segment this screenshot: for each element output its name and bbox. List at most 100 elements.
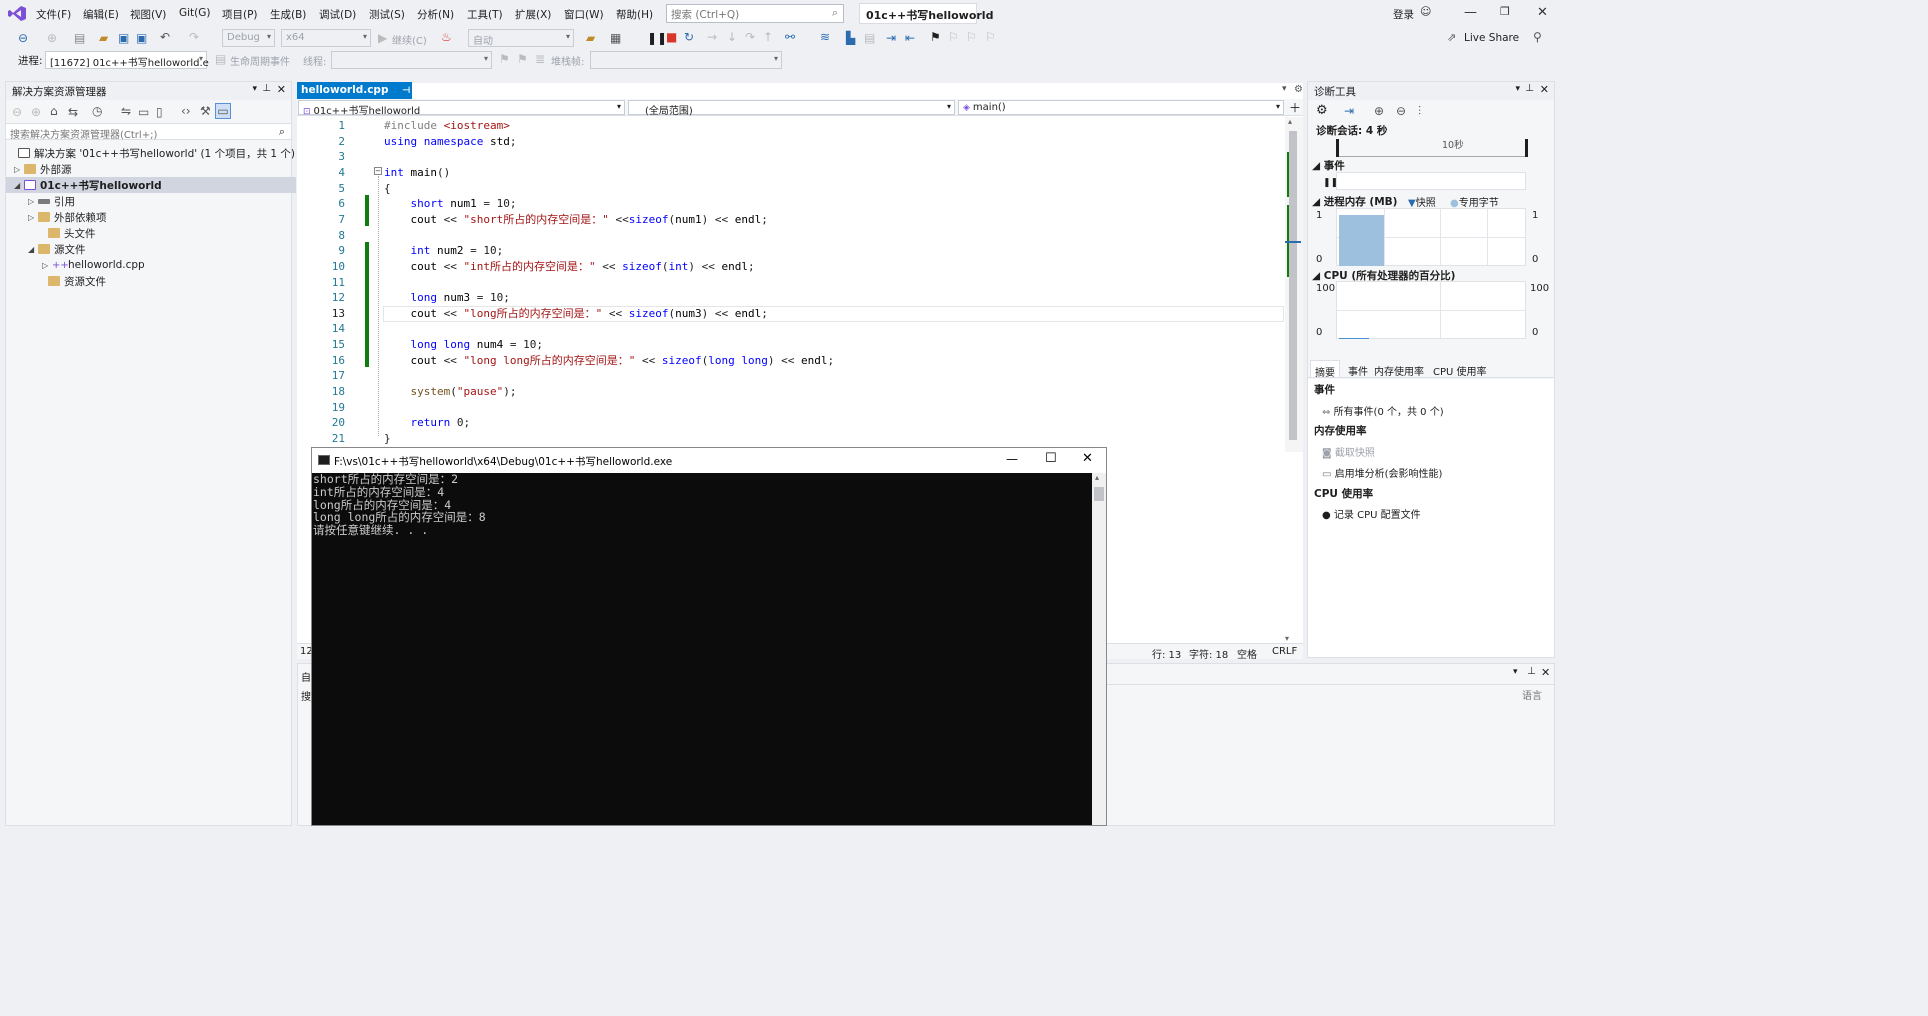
close-icon[interactable]: ✕ xyxy=(1082,451,1093,466)
step-out-icon[interactable]: ↷ xyxy=(745,30,755,44)
breakpoint-icon[interactable]: ▙ xyxy=(846,31,855,45)
restore-icon[interactable]: ❐ xyxy=(1500,5,1510,18)
close-icon[interactable]: ✕ xyxy=(277,83,286,96)
tab-events[interactable]: 事件 xyxy=(1348,363,1368,378)
preview-icon[interactable]: ▭ xyxy=(215,103,231,119)
timeline-ruler[interactable]: 10秒 xyxy=(1336,137,1528,157)
back-icon[interactable]: ⊖ xyxy=(12,105,22,119)
code-line[interactable]: int main() xyxy=(384,165,450,181)
expand-icon[interactable]: ▷ xyxy=(14,165,24,174)
expand-icon[interactable]: ▷ xyxy=(28,197,38,206)
console-titlebar[interactable]: F:\vs\01c++书写helloworld\x64\Debug\01c++书… xyxy=(312,448,1106,473)
new-project-icon[interactable]: ▤ xyxy=(74,31,85,45)
hot-reload-icon[interactable]: ♨ xyxy=(441,30,452,44)
continue-icon[interactable]: ▶ xyxy=(378,31,387,45)
tab-overflow-icon[interactable]: ▾ xyxy=(1282,84,1287,94)
live-share-icon[interactable]: ⇗ xyxy=(1447,31,1456,45)
switch-views-icon[interactable]: ⇆ xyxy=(68,105,78,119)
menu-edit[interactable]: 编辑(E) xyxy=(83,7,119,22)
back-icon[interactable]: ⊖ xyxy=(18,31,28,45)
next-bookmark-icon[interactable]: ⚐ xyxy=(966,30,977,44)
code-line[interactable]: short num1 = 10; xyxy=(384,196,517,212)
nav-scope-dropdown[interactable]: (全局范围) ▾ xyxy=(628,100,955,117)
code-line[interactable]: system("pause"); xyxy=(384,384,517,400)
outdent-icon[interactable]: ⇤ xyxy=(905,31,915,45)
take-snapshot-button[interactable]: ◙ 截取快照 xyxy=(1322,444,1375,459)
flag-thread-icon[interactable]: ⚑ xyxy=(499,52,510,66)
step-into-icon[interactable]: ↓ xyxy=(727,30,737,44)
tree-external-deps[interactable]: ▷ 外部依赖项 xyxy=(28,209,107,225)
code-line[interactable]: } xyxy=(384,431,391,447)
collapse-icon[interactable]: ◢ xyxy=(1312,160,1324,172)
pin-icon[interactable]: ⊣ xyxy=(402,86,410,96)
code-line[interactable]: { xyxy=(384,181,391,197)
open-folder-icon[interactable]: ▰ xyxy=(99,31,108,45)
scroll-up-icon[interactable]: ▴ xyxy=(1095,473,1099,482)
home-icon[interactable]: ⌂ xyxy=(50,104,58,118)
menu-view[interactable]: 视图(V) xyxy=(130,7,166,22)
tree-source-files[interactable]: ◢ 源文件 xyxy=(28,241,86,257)
line-indicator[interactable]: 行: 13 xyxy=(1152,646,1181,661)
char-indicator[interactable]: 字符: 18 xyxy=(1189,646,1228,661)
menu-help[interactable]: 帮助(H) xyxy=(616,7,653,22)
forward-icon[interactable]: ⊕ xyxy=(31,105,41,119)
code-icon[interactable]: ‹› xyxy=(181,104,191,118)
close-icon[interactable]: ✕ xyxy=(1540,83,1549,96)
save-all-icon[interactable]: ▣ xyxy=(136,31,147,45)
settings-icon[interactable]: ⚙ xyxy=(1294,84,1303,95)
lifecycle-events-button[interactable]: 生命周期事件 xyxy=(230,53,290,68)
menu-extensions[interactable]: 扩展(X) xyxy=(515,7,551,22)
save-icon[interactable]: ▣ xyxy=(118,31,129,45)
forward-icon[interactable]: ⊕ xyxy=(47,31,57,45)
close-icon[interactable]: ✕ xyxy=(1541,666,1550,679)
cpu-chart[interactable] xyxy=(1336,281,1526,339)
sync-icon[interactable]: ⇋ xyxy=(121,104,131,118)
all-events-link[interactable]: ⇔ 所有事件(0 个，共 0 个) xyxy=(1322,403,1444,418)
menu-file[interactable]: 文件(F) xyxy=(36,7,71,22)
collapse-icon[interactable]: ◢ xyxy=(28,245,38,254)
console-scrollbar[interactable]: ▴ xyxy=(1092,473,1106,825)
nav-project-dropdown[interactable]: ⊡ 01c++书写helloworld ▾ xyxy=(298,100,625,117)
tab-summary[interactable]: 摘要 xyxy=(1310,360,1340,379)
stack-icon[interactable]: ≣ xyxy=(535,52,545,66)
record-cpu-button[interactable]: ● 记录 CPU 配置文件 xyxy=(1322,506,1421,521)
diag-hub-icon[interactable]: ⚯ xyxy=(785,30,795,44)
dropdown-icon[interactable]: ▾ xyxy=(1513,667,1518,677)
redo-icon[interactable]: ↷ xyxy=(189,30,199,44)
restart-icon[interactable]: ↻ xyxy=(684,30,694,44)
code-line[interactable]: cout << "int所占的内存空间是：" << sizeof(int) <<… xyxy=(384,259,755,275)
scroll-up-icon[interactable]: ▴ xyxy=(1288,117,1292,126)
tab-helloworld-cpp[interactable]: helloworld.cpp ⊣ ✕ xyxy=(297,82,427,99)
code-line[interactable]: using namespace std; xyxy=(384,134,516,150)
auto-dropdown[interactable]: 自动 ▾ xyxy=(468,29,574,47)
thread-dropdown[interactable]: ▾ xyxy=(331,51,492,69)
code-line[interactable]: long long num4 = 10; xyxy=(384,337,544,353)
code-line[interactable]: #include <iostream> xyxy=(384,118,510,134)
console-window[interactable]: F:\vs\01c++书写helloworld\x64\Debug\01c++书… xyxy=(311,447,1107,826)
close-icon[interactable]: ✕ xyxy=(1537,5,1548,20)
split-editor-icon[interactable]: ＋ xyxy=(1289,99,1301,116)
stop-icon[interactable]: ■ xyxy=(666,30,677,44)
lifecycle-icon[interactable]: ▤ xyxy=(215,52,226,66)
layout-icon[interactable]: ▦ xyxy=(610,31,621,45)
minimize-icon[interactable]: — xyxy=(1464,5,1477,20)
indent-icon[interactable]: ⇥ xyxy=(886,31,896,45)
heap-profiling-button[interactable]: ▭ 启用堆分析(会影响性能) xyxy=(1322,465,1442,480)
tree-project[interactable]: ◢ 01c++书写helloworld xyxy=(6,177,296,193)
browse-icon[interactable]: ▰ xyxy=(586,31,595,45)
reset-view-icon[interactable]: ⫶ xyxy=(1418,104,1421,118)
process-dropdown[interactable]: [11672] 01c++书写helloworld.e ▾ xyxy=(45,51,209,69)
filter-thread-icon[interactable]: ⚑ xyxy=(517,52,528,66)
hex-icon[interactable]: ≋ xyxy=(820,30,830,44)
tree-header-files[interactable]: 头文件 xyxy=(38,225,96,241)
live-share-button[interactable]: Live Share xyxy=(1464,32,1519,44)
tree-helloworld-cpp[interactable]: ▷ ++ helloworld.cpp xyxy=(42,257,145,273)
account-icon[interactable]: ☺ xyxy=(1420,5,1431,18)
menu-debug[interactable]: 调试(D) xyxy=(319,7,356,22)
solution-search-input[interactable]: 搜索解决方案资源管理器(Ctrl+;) ⌕ xyxy=(6,123,291,141)
collapse-icon[interactable]: ◢ xyxy=(1312,196,1324,208)
nav-function-dropdown[interactable]: ◈ main() ▾ xyxy=(958,100,1284,115)
menu-project[interactable]: 项目(P) xyxy=(222,7,258,22)
menu-analyze[interactable]: 分析(N) xyxy=(417,7,454,22)
scroll-thumb[interactable] xyxy=(1094,487,1104,501)
